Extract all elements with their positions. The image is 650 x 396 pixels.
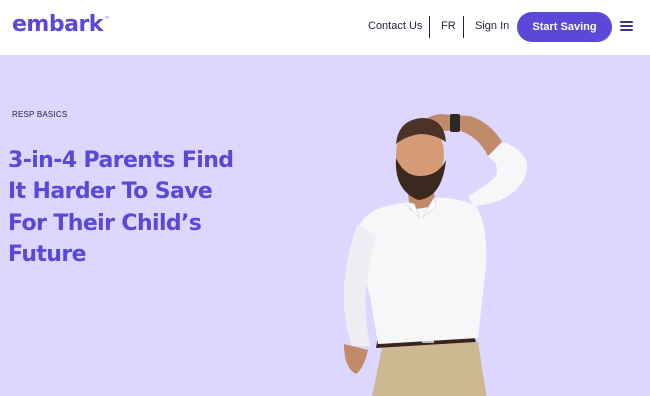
confused-father-photo <box>343 114 527 396</box>
nav-divider <box>463 16 464 38</box>
menu-bar <box>620 29 633 31</box>
contact-us-link[interactable]: Contact Us <box>368 20 422 32</box>
hero-headline: 3-in-4 Parents Find It Harder To Save Fo… <box>8 147 234 268</box>
site-header: embark™ Contact Us FR Sign In Start Savi… <box>0 0 650 56</box>
hero-eyebrow: RESP BASICS <box>12 110 68 119</box>
start-saving-button[interactable]: Start Saving <box>517 12 612 42</box>
sign-in-link[interactable]: Sign In <box>475 20 509 32</box>
language-fr-link[interactable]: FR <box>441 20 456 32</box>
hamburger-menu-icon[interactable] <box>620 21 633 33</box>
nav-divider <box>429 16 430 38</box>
embark-logo[interactable]: embark™ <box>12 12 110 37</box>
logo-trademark: ™ <box>103 16 110 23</box>
logo-text: embark <box>12 12 103 37</box>
menu-bar <box>620 25 633 27</box>
menu-bar <box>620 21 633 23</box>
hero-section: RESP BASICS 3-in-4 Parents Find It Harde… <box>0 56 650 396</box>
